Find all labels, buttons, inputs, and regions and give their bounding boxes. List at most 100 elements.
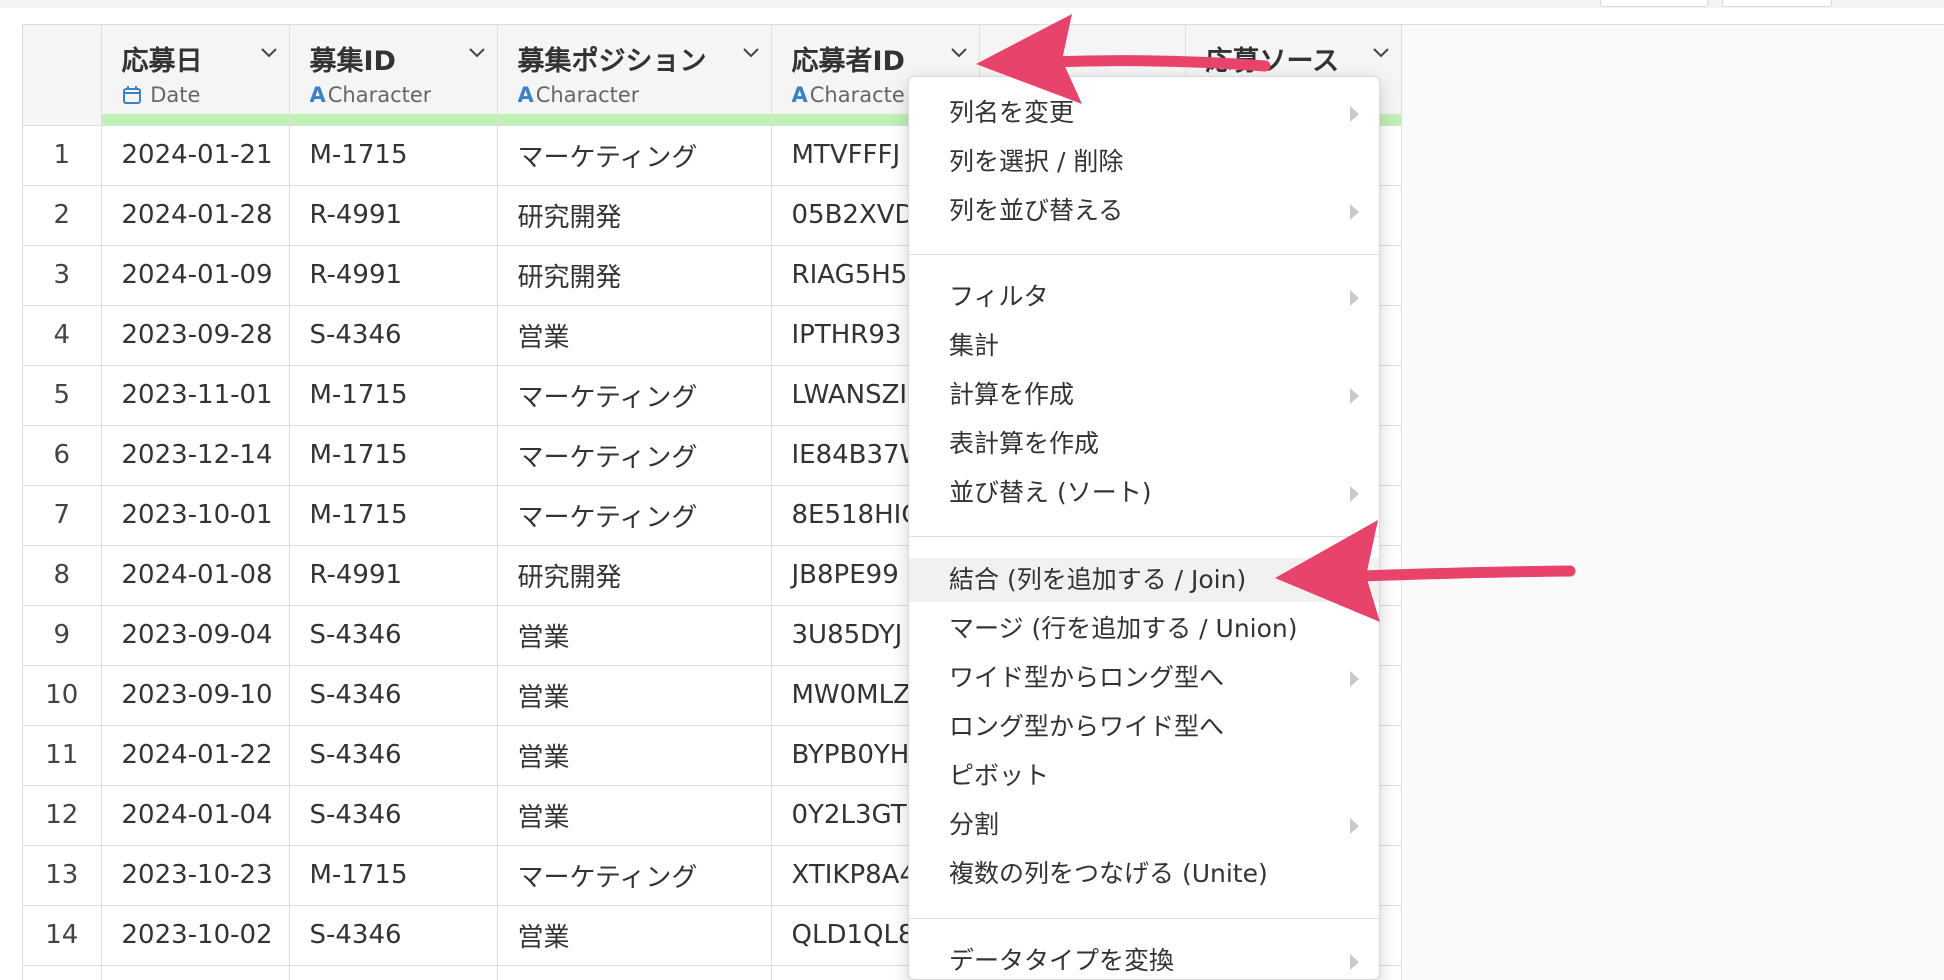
menu-item-select-delete-columns[interactable]: 列を選択 / 削除 (909, 140, 1379, 184)
column-name: 募集ID (309, 46, 396, 77)
menu-item-create-calculation[interactable]: 計算を作成 (909, 373, 1379, 417)
cell-date[interactable]: 2024-01-22 (101, 725, 290, 786)
column-name: 応募者ID (791, 46, 905, 77)
cell-position[interactable]: マーケティング (497, 845, 772, 906)
cell-position[interactable]: 営業 (497, 305, 772, 366)
cell-recruit-id[interactable]: S-4346 (289, 725, 498, 786)
cell-position[interactable]: 営業 (497, 905, 772, 966)
row-number: 5 (23, 365, 102, 426)
cell-recruit-id[interactable]: R-4991 (289, 545, 498, 606)
cell-recruit-id[interactable]: S-4346 (289, 305, 498, 366)
row-number: 12 (23, 785, 102, 846)
menu-item-convert-data-type[interactable]: データタイプを変換 (909, 939, 1379, 979)
cell-position[interactable] (497, 965, 772, 980)
menu-item-pivot[interactable]: ピボット (909, 754, 1379, 798)
cell-position[interactable]: マーケティング (497, 425, 772, 486)
cell-recruit-id[interactable]: S-4346 (289, 905, 498, 966)
menu-divider (909, 254, 1379, 255)
menu-item-join[interactable]: 結合 (列を追加する / Join) (909, 558, 1379, 602)
row-number (23, 965, 102, 980)
cell-date[interactable]: 2023-09-28 (101, 305, 290, 366)
cell-date[interactable]: 2023-12-14 (101, 425, 290, 486)
row-number: 8 (23, 545, 102, 606)
cell-recruit-id[interactable]: S-4346 (289, 605, 498, 666)
quality-bar (101, 113, 289, 125)
toolbar-button[interactable] (1722, 0, 1832, 7)
chevron-down-icon[interactable] (468, 47, 485, 61)
cell-recruit-id[interactable]: M-1715 (289, 845, 498, 906)
cell-position[interactable]: 営業 (497, 665, 772, 726)
row-number: 14 (23, 905, 102, 966)
column-header-position[interactable]: 募集ポジション ACharacter (497, 25, 772, 126)
submenu-arrow-icon (1350, 204, 1359, 220)
submenu-arrow-icon (1350, 106, 1359, 122)
chevron-down-icon[interactable] (260, 47, 277, 61)
submenu-arrow-icon (1350, 290, 1359, 306)
cell-recruit-id[interactable]: S-4346 (289, 665, 498, 726)
cell-date[interactable] (101, 965, 290, 980)
row-number: 3 (23, 245, 102, 306)
cell-position[interactable]: 営業 (497, 605, 772, 666)
menu-item-reorder-columns[interactable]: 列を並び替える (909, 189, 1379, 233)
cell-date[interactable]: 2024-01-08 (101, 545, 290, 606)
menu-item-sort[interactable]: 並び替え (ソート) (909, 471, 1379, 515)
menu-item-aggregate[interactable]: 集計 (909, 324, 1379, 368)
submenu-arrow-icon (1350, 486, 1359, 502)
cell-date[interactable]: 2023-09-04 (101, 605, 290, 666)
row-number-header (23, 25, 102, 126)
cell-date[interactable]: 2023-10-01 (101, 485, 290, 546)
column-type: ACharacter (309, 83, 432, 107)
chevron-down-icon[interactable] (950, 47, 967, 61)
character-type-icon: A (517, 83, 534, 107)
menu-item-rename-column[interactable]: 列名を変更 (909, 91, 1379, 135)
cell-date[interactable]: 2023-11-01 (101, 365, 290, 426)
cell-recruit-id[interactable]: M-1715 (289, 425, 498, 486)
menu-item-long-to-wide[interactable]: ロング型からワイド型へ (909, 705, 1379, 749)
cell-position[interactable]: マーケティング (497, 365, 772, 426)
submenu-arrow-icon (1350, 671, 1359, 687)
cell-date[interactable]: 2024-01-28 (101, 185, 290, 246)
cell-recruit-id[interactable] (289, 965, 498, 980)
character-type-icon: A (791, 83, 808, 107)
column-header-date[interactable]: 応募日 Date (101, 25, 290, 126)
submenu-arrow-icon (1350, 388, 1359, 404)
menu-item-split[interactable]: 分割 (909, 803, 1379, 847)
column-context-menu: 列名を変更 列を選択 / 削除 列を並び替える フィルタ 集計 計算を作成 表計… (908, 76, 1380, 980)
chevron-down-icon[interactable] (742, 47, 759, 61)
row-number: 4 (23, 305, 102, 366)
calendar-icon (122, 83, 142, 107)
chevron-down-icon[interactable] (1372, 47, 1389, 61)
cell-position[interactable]: 研究開発 (497, 185, 772, 246)
cell-position[interactable]: マーケティング (497, 485, 772, 546)
cell-date[interactable]: 2023-10-23 (101, 845, 290, 906)
column-name: 応募ソース (1205, 46, 1340, 77)
cell-recruit-id[interactable]: S-4346 (289, 785, 498, 846)
cell-recruit-id[interactable]: R-4991 (289, 245, 498, 306)
cell-date[interactable]: 2023-09-10 (101, 665, 290, 726)
menu-item-union[interactable]: マージ (行を追加する / Union) (909, 607, 1379, 651)
cell-date[interactable]: 2024-01-09 (101, 245, 290, 306)
cell-recruit-id[interactable]: M-1715 (289, 485, 498, 546)
menu-item-create-table-calculation[interactable]: 表計算を作成 (909, 422, 1379, 466)
submenu-arrow-icon (1350, 818, 1359, 834)
cell-date[interactable]: 2023-10-02 (101, 905, 290, 966)
cell-position[interactable]: 営業 (497, 725, 772, 786)
cell-position[interactable]: 営業 (497, 785, 772, 846)
menu-item-wide-to-long[interactable]: ワイド型からロング型へ (909, 656, 1379, 700)
column-header-recruit-id[interactable]: 募集ID ACharacter (289, 25, 498, 126)
cell-position[interactable]: 研究開発 (497, 545, 772, 606)
menu-item-unite[interactable]: 複数の列をつなげる (Unite) (909, 852, 1379, 896)
cell-position[interactable]: マーケティング (497, 125, 772, 186)
row-number: 6 (23, 425, 102, 486)
cell-date[interactable]: 2024-01-21 (101, 125, 290, 186)
menu-divider (909, 918, 1379, 919)
cell-recruit-id[interactable]: M-1715 (289, 365, 498, 426)
row-number: 7 (23, 485, 102, 546)
toolbar-button[interactable] (1600, 0, 1708, 7)
cell-recruit-id[interactable]: M-1715 (289, 125, 498, 186)
row-number: 13 (23, 845, 102, 906)
cell-date[interactable]: 2024-01-04 (101, 785, 290, 846)
cell-recruit-id[interactable]: R-4991 (289, 185, 498, 246)
cell-position[interactable]: 研究開発 (497, 245, 772, 306)
menu-item-filter[interactable]: フィルタ (909, 275, 1379, 319)
